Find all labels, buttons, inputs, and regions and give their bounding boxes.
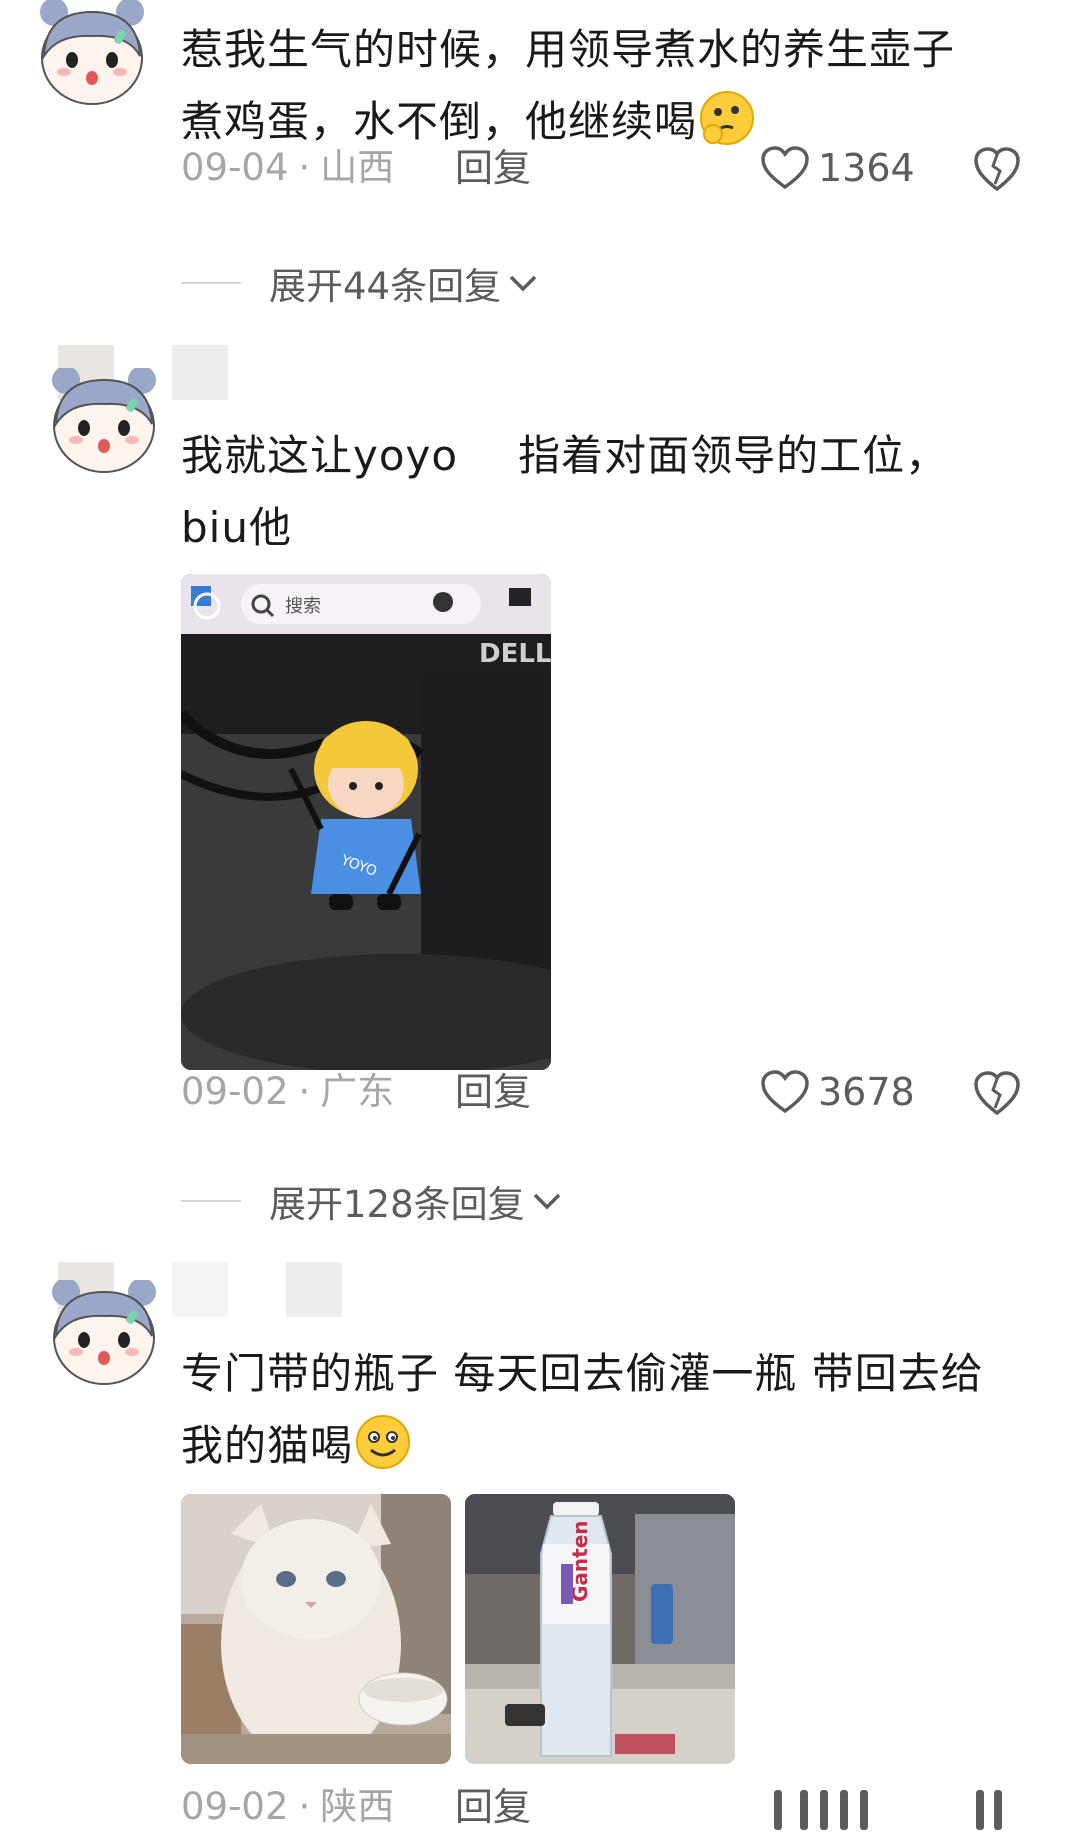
like-button[interactable]: 3678 xyxy=(760,1064,915,1120)
comment-line-text: 我的猫喝 xyxy=(181,1421,354,1470)
comment-location: 广东 xyxy=(320,1070,395,1113)
comment-photo[interactable]: 搜索 DELL YOYO xyxy=(181,574,551,1070)
avatar[interactable] xyxy=(44,1280,164,1390)
monitor-brand-logo: DELL xyxy=(479,639,551,669)
comment-line: 专门带的瓶子 每天回去偷灌一瓶 带回去给 xyxy=(181,1349,984,1398)
avatar[interactable] xyxy=(44,368,164,478)
username-blur xyxy=(172,1262,228,1317)
comment-text: 我就这让yoyo 指着对面领导的工位， biu他 xyxy=(181,420,1041,564)
comment-line: biu他 xyxy=(181,503,292,552)
comment-meta: 09-04 · 山西 xyxy=(181,146,395,189)
reply-button[interactable]: 回复 xyxy=(455,1779,531,1835)
username-blur xyxy=(172,345,228,400)
comment-line: 我的猫喝 xyxy=(181,1410,1041,1482)
comment-line: 我就这让yoyo 指着对面领导的工位， xyxy=(181,420,1041,492)
comment-photo[interactable]: Ganten xyxy=(465,1494,735,1764)
comment-line-text: 煮鸡蛋，水不倒，他继续喝 xyxy=(181,97,698,146)
comment-location: 山西 xyxy=(320,146,395,189)
like-count: 3678 xyxy=(818,1070,915,1114)
divider-line xyxy=(181,282,241,284)
username-blur xyxy=(286,1262,342,1317)
search-placeholder: 搜索 xyxy=(285,596,321,617)
dislike-icon-partial[interactable] xyxy=(972,1790,1012,1834)
comment-date: 09-02 xyxy=(181,1070,289,1113)
avatar[interactable] xyxy=(32,0,152,110)
comment-meta: 09-02 · 陕西 xyxy=(181,1785,395,1828)
like-count: 1364 xyxy=(818,146,915,190)
comment-location: 陕西 xyxy=(320,1785,395,1828)
heart-icon xyxy=(761,1070,809,1114)
chevron-down-icon xyxy=(509,275,537,292)
comment-date: 09-02 xyxy=(181,1785,289,1828)
comment-line-text: 指着对面领导的工位， xyxy=(518,431,949,480)
cat-photo-image xyxy=(181,1494,451,1764)
expand-replies-label: 展开44条回复 xyxy=(269,265,502,308)
comment-text: 惹我生气的时候，用领导煮水的养生壶子 煮鸡蛋，水不倒，他继续喝 xyxy=(181,14,1041,158)
water-bottle-photo-image: Ganten xyxy=(465,1494,735,1764)
heart-icon xyxy=(761,146,809,190)
comment-photo[interactable] xyxy=(181,1494,451,1764)
chevron-down-icon xyxy=(533,1193,560,1210)
expand-replies-label: 展开128条回复 xyxy=(269,1183,525,1226)
expand-replies-button[interactable]: 展开44条回复 xyxy=(181,258,539,308)
comment-text: 专门带的瓶子 每天回去偷灌一瓶 带回去给 我的猫喝 xyxy=(181,1338,1041,1482)
thinking-emoji-icon xyxy=(700,91,755,145)
dislike-icon[interactable] xyxy=(972,144,1022,194)
divider-line xyxy=(181,1200,241,1202)
like-icon-partial[interactable] xyxy=(770,1790,890,1834)
reply-button[interactable]: 回复 xyxy=(455,1064,531,1120)
like-button[interactable]: 1364 xyxy=(760,140,915,196)
comment-date: 09-04 xyxy=(181,146,289,189)
reply-button[interactable]: 回复 xyxy=(455,140,531,196)
smile-emoji-icon xyxy=(356,1415,411,1469)
comment-meta: 09-02 · 广东 xyxy=(181,1070,395,1113)
expand-replies-button[interactable]: 展开128条回复 xyxy=(181,1176,563,1226)
figurine-photo-image: 搜索 DELL YOYO xyxy=(181,574,551,1070)
comment-line-text: 我就这让yoyo xyxy=(181,431,459,480)
dislike-icon[interactable] xyxy=(972,1068,1022,1118)
comment-line: 惹我生气的时候，用领导煮水的养生壶子 xyxy=(181,25,956,74)
